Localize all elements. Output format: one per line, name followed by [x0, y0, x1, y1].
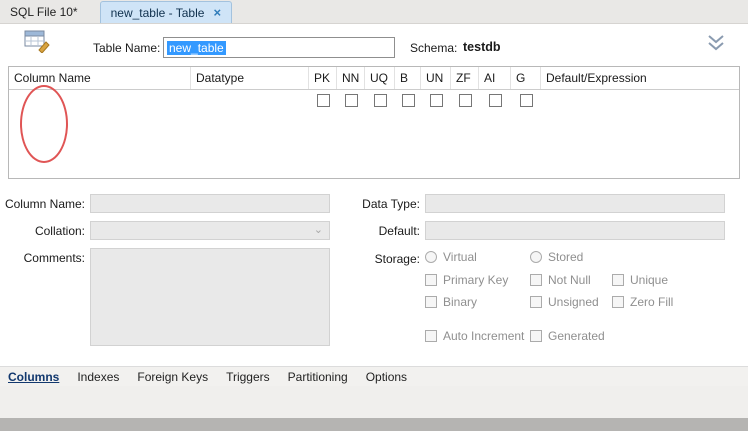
collation-label: Collation: [34, 224, 85, 238]
schema-value: testdb [463, 40, 501, 54]
checkbox-binary-icon [425, 296, 437, 308]
tab-sql-file-label: SQL File 10* [10, 4, 78, 19]
comments-label: Comments: [23, 251, 85, 265]
radio-stored[interactable]: Stored [530, 250, 583, 264]
editor-section-tabs: Columns Indexes Foreign Keys Triggers Pa… [0, 366, 748, 386]
data-type-input[interactable] [425, 194, 725, 213]
default-input[interactable] [425, 221, 725, 240]
checkbox-unique[interactable]: Unique [612, 273, 668, 287]
checkbox-primary-key[interactable]: Primary Key [425, 273, 508, 287]
radio-virtual-icon [425, 251, 437, 263]
collation-dropdown[interactable]: ⌄ [90, 221, 330, 240]
column-name-label: Column Name: [4, 197, 85, 211]
grid-cell-default-expression[interactable] [541, 90, 739, 111]
default-label: Default: [378, 224, 420, 238]
grid-header-row: Column Name Datatype PK NN UQ B UN ZF AI… [9, 67, 739, 90]
schema-label: Schema: [410, 41, 458, 55]
table-edit-icon [24, 28, 52, 56]
radio-stored-icon [530, 251, 542, 263]
checkbox-auto-increment-label: Auto Increment [443, 329, 525, 343]
table-editor-window: SQL File 10* new_table - Table × Table N… [0, 0, 748, 431]
bottom-tab-foreign-keys[interactable]: Foreign Keys [137, 370, 208, 384]
column-header-ai: AI [479, 67, 511, 89]
radio-virtual[interactable]: Virtual [425, 250, 477, 264]
checkbox-zero-fill-icon [612, 296, 624, 308]
checkbox-generated[interactable]: Generated [530, 329, 605, 343]
action-button-row: Apply Revert [0, 386, 748, 418]
grid-checkbox-pk[interactable] [316, 94, 330, 107]
checkbox-unsigned[interactable]: Unsigned [530, 295, 599, 309]
checkbox-zero-fill-label: Zero Fill [630, 295, 674, 309]
column-header-b: B [395, 67, 421, 89]
close-icon[interactable]: × [213, 6, 221, 19]
column-header-un: UN [421, 67, 451, 89]
grid-checkbox-nn[interactable] [344, 94, 358, 107]
checkbox-auto-increment[interactable]: Auto Increment [425, 329, 524, 343]
checkbox-zero-fill[interactable]: Zero Fill [612, 295, 673, 309]
table-name-label: Table Name: [93, 41, 161, 55]
checkbox-binary[interactable]: Binary [425, 295, 477, 309]
table-name-selected-text: new_table [167, 40, 226, 55]
dropdown-arrow-icon: ⌄ [313, 224, 323, 236]
checkbox-auto-increment-icon [425, 330, 437, 342]
tab-new-table[interactable]: new_table - Table × [99, 1, 233, 23]
checkbox-unsigned-label: Unsigned [548, 295, 599, 309]
grid-new-row [9, 90, 739, 111]
grid-checkbox-uq[interactable] [373, 94, 387, 107]
checkbox-not-null-label: Not Null [548, 273, 591, 287]
tab-new-table-label: new_table - Table [110, 5, 205, 20]
column-header-zf: ZF [451, 67, 479, 89]
grid-checkbox-b[interactable] [401, 94, 415, 107]
checkbox-primary-key-icon [425, 274, 437, 286]
checkbox-generated-label: Generated [548, 329, 605, 343]
bottom-tab-indexes[interactable]: Indexes [77, 370, 119, 384]
column-header-uq: UQ [365, 67, 395, 89]
checkbox-not-null-icon [530, 274, 542, 286]
editor-tab-bar: SQL File 10* new_table - Table × [0, 0, 748, 24]
grid-checkbox-ai[interactable] [488, 94, 502, 107]
checkbox-binary-label: Binary [443, 295, 478, 309]
storage-label: Storage: [374, 252, 420, 266]
checkbox-unique-icon [612, 274, 624, 286]
column-header-g: G [511, 67, 541, 89]
checkbox-primary-key-label: Primary Key [443, 273, 509, 287]
data-type-label: Data Type: [362, 197, 420, 211]
column-header-nn: NN [337, 67, 365, 89]
red-ellipse-annotation [20, 85, 68, 163]
grid-checkbox-zf[interactable] [458, 94, 472, 107]
grid-checkbox-g[interactable] [519, 94, 533, 107]
checkbox-not-null[interactable]: Not Null [530, 273, 591, 287]
column-header-default-expression: Default/Expression [546, 71, 647, 85]
column-header-pk: PK [309, 67, 337, 89]
bottom-tab-columns[interactable]: Columns [8, 370, 59, 384]
radio-virtual-label: Virtual [443, 250, 477, 264]
bottom-tab-options[interactable]: Options [366, 370, 407, 384]
column-name-input[interactable] [90, 194, 330, 213]
grid-checkbox-un[interactable] [429, 94, 443, 107]
checkbox-unique-label: Unique [630, 273, 669, 287]
columns-grid: Column Name Datatype PK NN UQ B UN ZF AI… [8, 66, 740, 179]
grid-cell-datatype[interactable] [191, 90, 309, 111]
radio-stored-label: Stored [548, 250, 584, 264]
tab-sql-file[interactable]: SQL File 10* [0, 0, 88, 23]
bottom-tab-triggers[interactable]: Triggers [226, 370, 270, 384]
table-name-input[interactable]: new_table [163, 37, 395, 58]
bottom-tab-partitioning[interactable]: Partitioning [288, 370, 348, 384]
comments-textarea[interactable] [90, 248, 330, 346]
bottom-strip [0, 418, 748, 431]
checkbox-unsigned-icon [530, 296, 542, 308]
column-header-datatype: Datatype [191, 67, 309, 89]
checkbox-generated-icon [530, 330, 542, 342]
collapse-chevron-icon[interactable] [704, 34, 728, 54]
